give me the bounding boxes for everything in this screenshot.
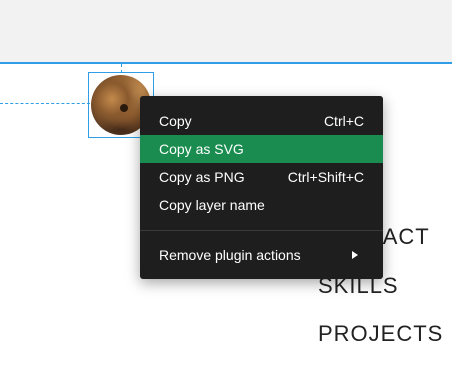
chevron-right-icon xyxy=(352,251,358,259)
menu-item-label: Copy as SVG xyxy=(159,141,244,157)
menu-item-shortcut: Ctrl+C xyxy=(323,113,364,129)
menu-divider xyxy=(140,230,383,231)
menu-item-shortcut: Ctrl+Shift+C xyxy=(287,169,364,185)
alignment-guide-horizontal xyxy=(0,103,90,104)
menu-item-copy-as-svg[interactable]: Copy as SVG xyxy=(140,135,383,163)
context-menu: Copy Ctrl+C Copy as SVG Copy as PNG Ctrl… xyxy=(140,96,383,279)
menu-item-label: Remove plugin actions xyxy=(159,247,301,263)
menu-item-copy[interactable]: Copy Ctrl+C xyxy=(140,107,383,135)
menu-item-copy-layer-name[interactable]: Copy layer name xyxy=(140,191,383,219)
nav-projects: PROJECTS xyxy=(318,321,444,346)
menu-item-label: Copy xyxy=(159,113,192,129)
menu-item-label: Copy layer name xyxy=(159,197,265,213)
menu-item-remove-plugin-actions[interactable]: Remove plugin actions xyxy=(140,241,383,269)
canvas-top-bar xyxy=(0,0,452,64)
menu-item-label: Copy as PNG xyxy=(159,169,245,185)
menu-item-copy-as-png[interactable]: Copy as PNG Ctrl+Shift+C xyxy=(140,163,383,191)
